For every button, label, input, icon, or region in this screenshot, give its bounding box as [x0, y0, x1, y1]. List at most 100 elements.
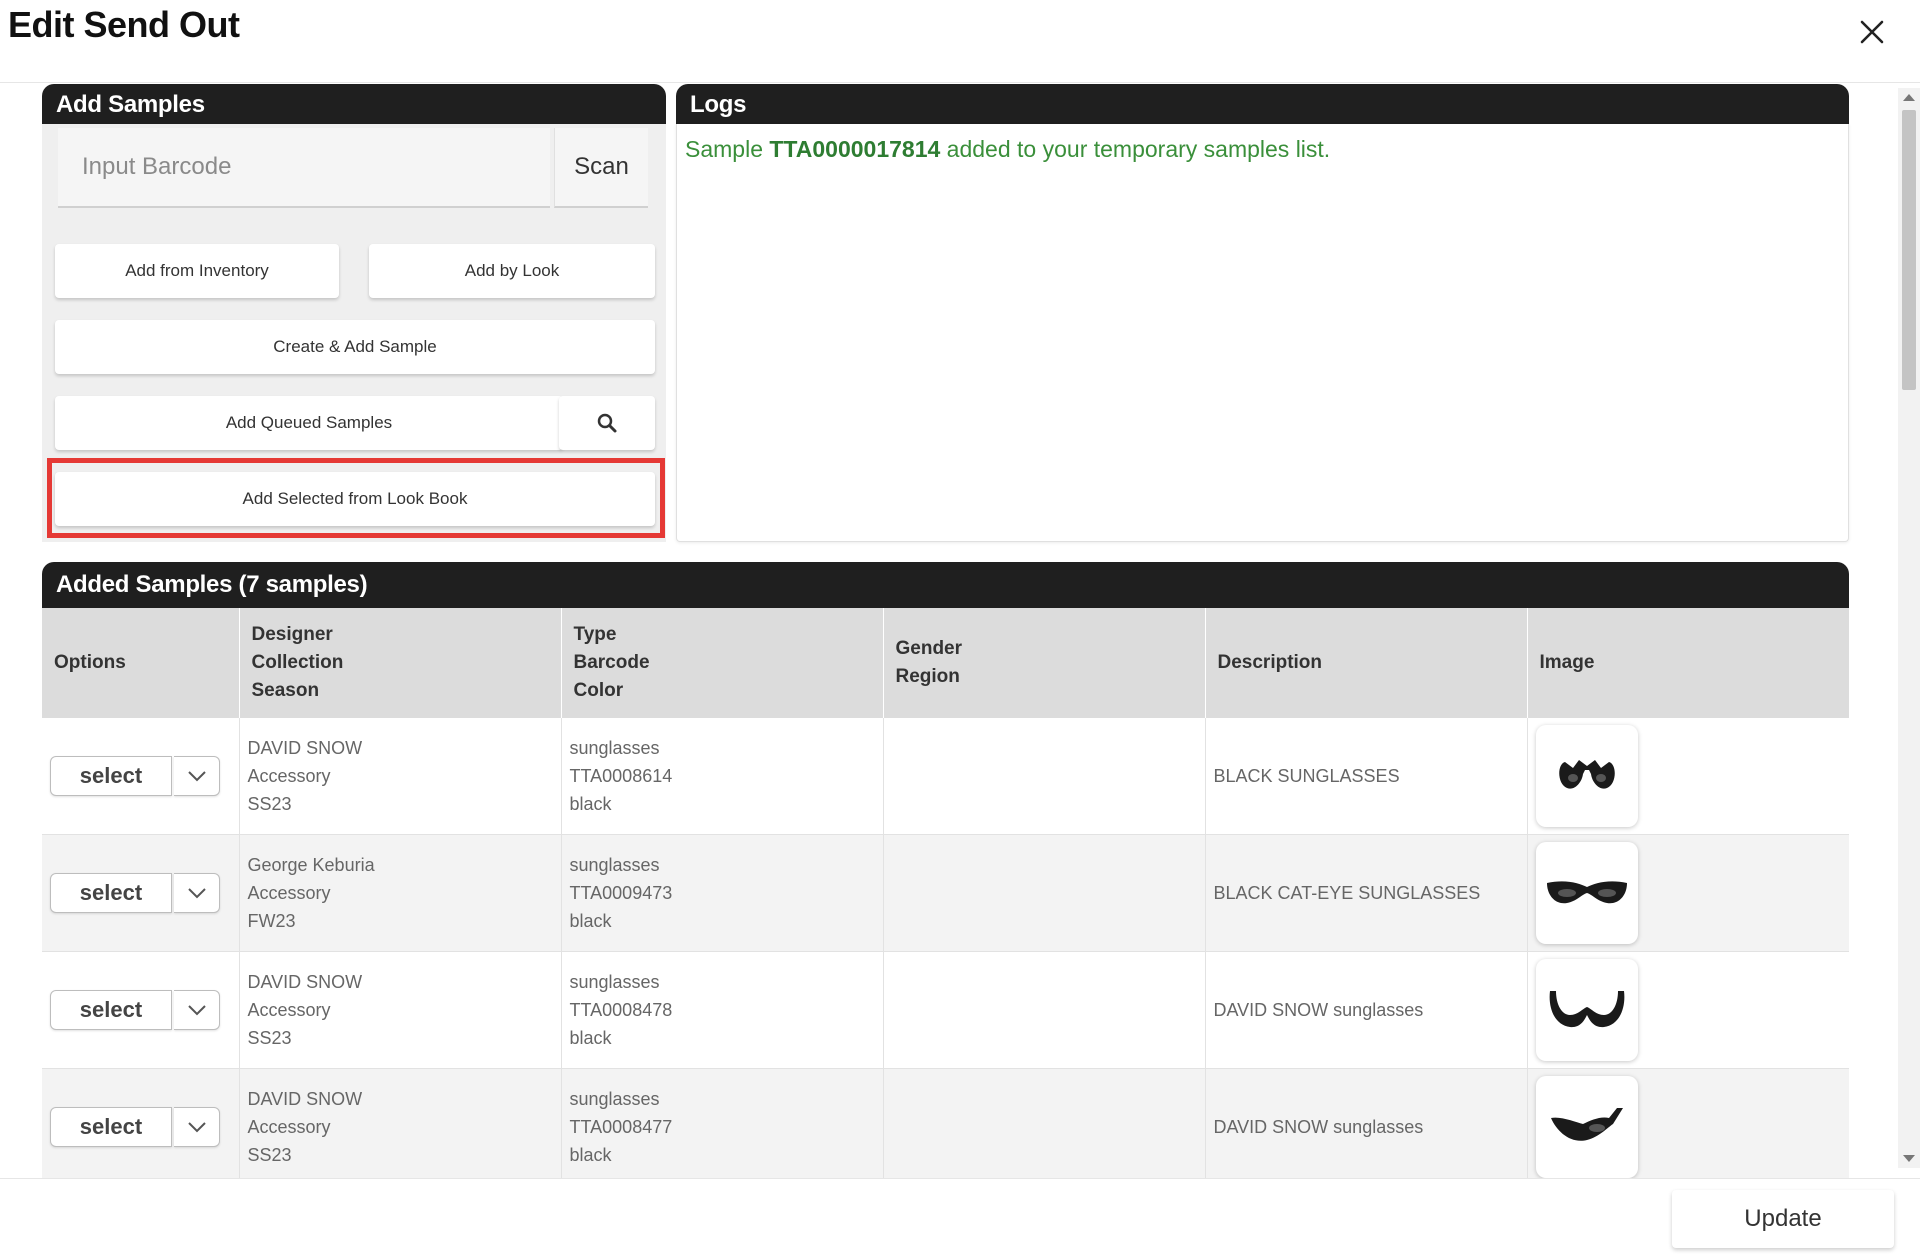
barcode: TTA0009473 [569, 883, 673, 903]
scroll-up-icon[interactable] [1903, 94, 1915, 101]
barcode-input[interactable] [58, 128, 550, 208]
add-by-look-button[interactable]: Add by Look [369, 244, 655, 298]
col-designer-collection-season: Designer Collection Season [239, 608, 562, 718]
collection: Accessory [247, 1117, 331, 1137]
gender-region-cell [883, 1068, 1206, 1178]
type: sunglasses [569, 738, 660, 758]
designer: DAVID SNOW [247, 1089, 363, 1109]
description-cell: DAVID SNOW sunglasses [1205, 951, 1528, 1069]
image-cell [1527, 718, 1849, 835]
select-dropdown-button[interactable] [174, 990, 220, 1030]
added-samples-table: Options Designer Collection Season Type … [42, 608, 1849, 1178]
designer: DAVID SNOW [247, 972, 363, 992]
designer: George Keburia [247, 855, 375, 875]
select-dropdown-button[interactable] [174, 756, 220, 796]
table-row: select George Keburia Accessory FW23 sun… [42, 834, 1849, 952]
chevron-down-icon [187, 888, 206, 899]
sunglasses-icon [1558, 760, 1615, 789]
added-samples-header: Added Samples (7 samples) [42, 562, 1849, 608]
update-button[interactable]: Update [1672, 1190, 1894, 1248]
log-entry: Sample TTA0000017814 added to your tempo… [685, 136, 1330, 163]
sunglasses-icon [1549, 991, 1624, 1028]
designer-cell: DAVID SNOW Accessory SS23 [239, 1068, 562, 1178]
add-selected-look-book-button[interactable]: Add Selected from Look Book [55, 472, 655, 526]
sample-thumbnail[interactable] [1535, 1076, 1638, 1178]
options-cell: select [42, 834, 240, 952]
color: black [569, 911, 612, 931]
sample-thumbnail[interactable] [1535, 959, 1638, 1061]
table-row: select DAVID SNOW Accessory SS23 sunglas… [42, 718, 1849, 835]
sample-thumbnail[interactable] [1535, 842, 1638, 944]
season: SS23 [247, 1145, 292, 1165]
select-button[interactable]: select [50, 990, 172, 1030]
col-gender-region: Gender Region [883, 608, 1206, 718]
type-cell: sunglasses TTA0008477 black [561, 1068, 884, 1178]
table-row: select DAVID SNOW Accessory SS23 sunglas… [42, 1068, 1849, 1178]
select-dropdown-button[interactable] [174, 873, 220, 913]
gender-region-cell [883, 951, 1206, 1069]
barcode: TTA0008477 [569, 1117, 673, 1137]
barcode: TTA0008614 [569, 766, 673, 786]
sunglasses-icon [1546, 881, 1627, 904]
search-icon [597, 413, 617, 433]
options-cell: select [42, 951, 240, 1069]
select-dropdown-button[interactable] [174, 1107, 220, 1147]
log-suffix: added to your temporary samples list. [940, 136, 1331, 162]
gender-region-cell [883, 834, 1206, 952]
chevron-down-icon [187, 771, 206, 782]
color: black [569, 1145, 612, 1165]
col-type-barcode-color: Type Barcode Color [561, 608, 884, 718]
add-from-inventory-button[interactable]: Add from Inventory [55, 244, 339, 298]
scan-button[interactable]: Scan [554, 128, 648, 208]
col-type: Type [573, 624, 617, 645]
logs-header: Logs [676, 84, 1849, 126]
log-prefix: Sample [685, 136, 770, 162]
table-header-row: Options Designer Collection Season Type … [42, 608, 1849, 718]
color: black [569, 1028, 612, 1048]
designer-cell: DAVID SNOW Accessory SS23 [239, 951, 562, 1069]
add-queued-samples-button[interactable]: Add Queued Samples [55, 396, 563, 450]
select-button[interactable]: select [50, 756, 172, 796]
barcode: TTA0008478 [569, 1000, 673, 1020]
search-queued-button[interactable] [559, 396, 655, 450]
col-barcode: Barcode [573, 652, 650, 673]
season: SS23 [247, 794, 292, 814]
select-button[interactable]: select [50, 1107, 172, 1147]
season: FW23 [247, 911, 296, 931]
col-collection: Collection [251, 652, 344, 673]
season: SS23 [247, 1028, 292, 1048]
gender-region-cell [883, 718, 1206, 835]
col-description: Description [1205, 608, 1528, 718]
type: sunglasses [569, 855, 660, 875]
select-button[interactable]: select [50, 873, 172, 913]
scrollbar-thumb[interactable] [1902, 110, 1916, 390]
scroll-down-icon[interactable] [1903, 1155, 1915, 1162]
close-button[interactable] [1854, 14, 1890, 50]
col-region: Region [895, 666, 960, 687]
color: black [569, 794, 612, 814]
type-cell: sunglasses TTA0008614 black [561, 718, 884, 835]
options-cell: select [42, 718, 240, 835]
description-cell: DAVID SNOW sunglasses [1205, 1068, 1528, 1178]
log-sample-code: TTA0000017814 [769, 136, 941, 162]
image-cell [1527, 951, 1849, 1069]
add-samples-header: Add Samples [42, 84, 666, 126]
options-cell: select [42, 1068, 240, 1178]
create-add-sample-button[interactable]: Create & Add Sample [55, 320, 655, 374]
close-icon [1860, 20, 1884, 44]
col-season: Season [251, 680, 320, 701]
sample-thumbnail[interactable] [1535, 725, 1638, 827]
col-color: Color [573, 680, 624, 701]
scrollbar[interactable] [1898, 88, 1920, 1168]
col-designer: Designer [251, 624, 333, 645]
col-image: Image [1527, 608, 1849, 718]
table-row: select DAVID SNOW Accessory SS23 sunglas… [42, 951, 1849, 1069]
title-divider [0, 82, 1920, 83]
image-cell [1527, 834, 1849, 952]
description-cell: BLACK CAT-EYE SUNGLASSES [1205, 834, 1528, 952]
add-samples-panel: Scan Add from Inventory Add by Look Crea… [42, 124, 666, 542]
image-cell [1527, 1068, 1849, 1178]
chevron-down-icon [187, 1122, 206, 1133]
col-options: Options [42, 608, 240, 718]
collection: Accessory [247, 883, 331, 903]
